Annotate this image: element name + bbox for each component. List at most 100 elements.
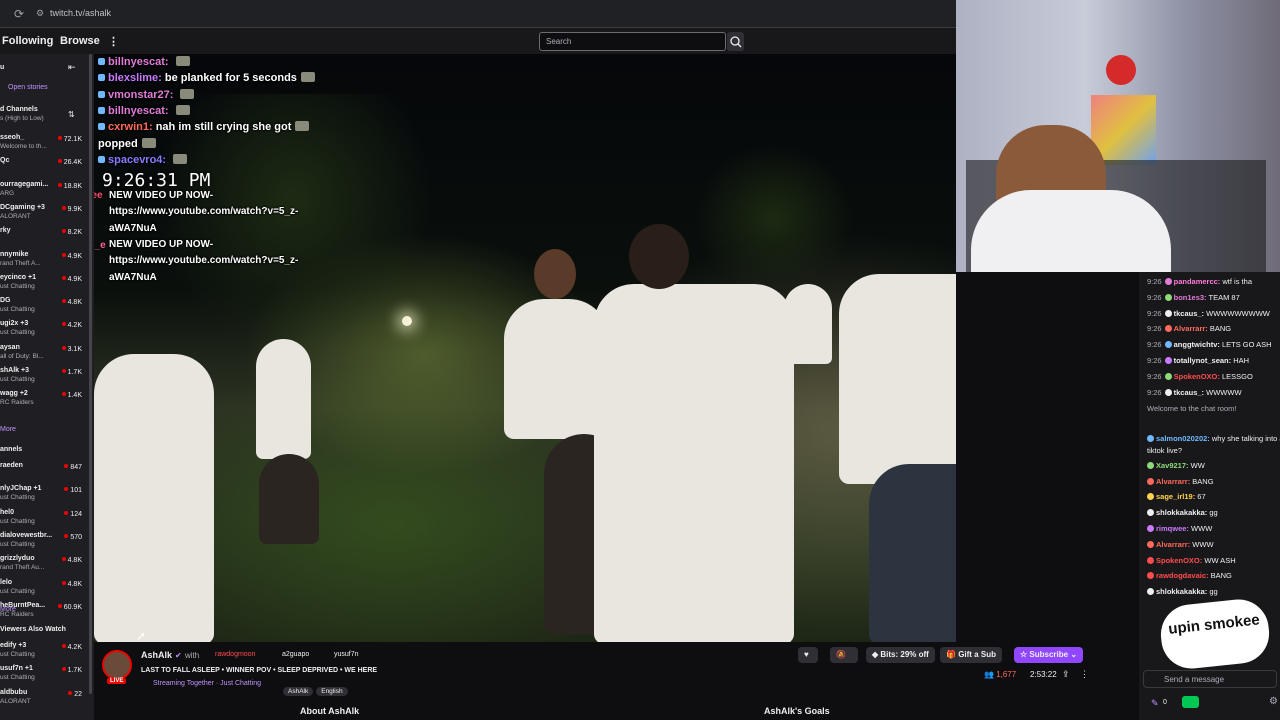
chat-username[interactable]: anggtwichtv: — [1174, 340, 1220, 349]
chat-username[interactable]: Alvarrarr: — [1174, 324, 1208, 333]
channel-points-icon[interactable]: ✎ — [1151, 698, 1159, 709]
live-badge: LIVE — [107, 678, 127, 684]
overlay-chat-text: be planked for 5 seconds — [164, 72, 297, 85]
sidebar-channel[interactable]: ugi2x +3 ust Chatting 4.2K — [0, 320, 88, 342]
chat-username[interactable]: SpokenOXO: — [1174, 372, 1220, 381]
chat-send-icon[interactable] — [1182, 696, 1199, 708]
chat-username[interactable]: salmon020202: — [1156, 434, 1210, 443]
show-more-link-2[interactable]: More — [0, 606, 16, 613]
collab-link[interactable]: rawdogmoon — [215, 651, 255, 658]
sidebar-channel[interactable]: rky 8.2K — [0, 227, 88, 249]
sidebar-channel[interactable]: wagg +2 RC Raiders 1.4K — [0, 390, 88, 412]
sidebar-channel[interactable]: sseoh_ Welcome to th... 72.1K — [0, 134, 88, 156]
sidebar-channel[interactable]: Qc 26.4K — [0, 157, 88, 179]
search-input[interactable]: Search — [539, 32, 726, 51]
sidebar-channel[interactable]: eycinco +1 ust Chatting 4.9K — [0, 274, 88, 296]
chat-settings-icon[interactable]: ⚙ — [1269, 696, 1278, 707]
tag[interactable]: AshAlk — [283, 687, 314, 696]
streamer-name[interactable]: AshAlk — [141, 650, 172, 660]
chat-username[interactable]: rimqwee: — [1156, 524, 1189, 533]
collab-link[interactable]: yusuf7n — [334, 651, 359, 658]
chat-message: 9:26 tkcaus_: WWWWWWWWW — [1147, 309, 1270, 318]
video-player[interactable]: billnyescat: blexslime: be planked for 5… — [94, 54, 956, 642]
more-options-icon[interactable]: ⋮ — [1080, 669, 1089, 680]
overlay-chat-text: popped — [98, 137, 138, 150]
site-info-icon[interactable]: ⚙ — [36, 8, 44, 19]
chat-username[interactable]: tkcaus_: — [1174, 388, 1204, 397]
bits-button[interactable]: ◆ Bits: 29% off — [866, 647, 935, 663]
share-icon[interactable]: ⇪ — [1062, 669, 1070, 680]
overlay-chat-user: billnyescat: — [108, 56, 169, 68]
sidebar-channel[interactable]: ourragegami... ARG 18.8K — [0, 181, 88, 203]
tree — [694, 144, 854, 294]
chat-username[interactable]: shlokkakakka: — [1156, 587, 1207, 596]
chat-input[interactable]: Send a message — [1143, 670, 1277, 688]
sidebar-channel[interactable]: raeden 847 — [0, 462, 88, 484]
notifications-button[interactable]: 🔕 — [830, 647, 858, 663]
sidebar-scrollbar[interactable] — [89, 54, 92, 694]
sidebar-channel[interactable]: DCgaming +3 ALORANT 9.9K — [0, 204, 88, 226]
viewers-also-watch-heading: Viewers Also Watch — [0, 626, 66, 633]
chat-text: gg — [1209, 508, 1218, 518]
sort-icon[interactable]: ⇅ — [68, 110, 75, 119]
stream-category[interactable]: Streaming Together · Just Chatting — [153, 680, 261, 687]
chat-username[interactable]: Alvarrarr: — [1156, 477, 1190, 486]
chat-username[interactable]: shlokkakakka: — [1156, 508, 1207, 517]
subscribe-button[interactable]: ☆ Subscribe ⌄ — [1014, 647, 1084, 663]
nav-following[interactable]: Following — [2, 35, 53, 47]
sidebar-channel[interactable]: nlyJChap +1 ust Chatting 101 — [0, 485, 88, 507]
sidebar-channel[interactable]: edify +3 ust Chatting 4.2K — [0, 642, 88, 664]
more-options-icon[interactable]: ⋮ — [108, 35, 119, 48]
emote-icon — [141, 137, 156, 148]
channel-points-count: 0 — [1163, 699, 1167, 706]
gift-sub-button[interactable]: 🎁 Gift a Sub — [940, 647, 1002, 663]
sidebar-channel[interactable]: shAlk +3 ust Chatting 1.7K — [0, 367, 88, 389]
follow-button[interactable]: ♥ — [798, 647, 818, 663]
brand-logo: upin smokee — [1157, 596, 1273, 672]
show-more-link[interactable]: More — [0, 426, 16, 433]
chat-username[interactable]: totallynot_sean: — [1174, 356, 1232, 365]
channel-category: ALORANT — [0, 697, 31, 705]
channel-category: ust Chatting — [0, 494, 35, 502]
chat-badge-icon — [1147, 493, 1154, 501]
open-stories-link[interactable]: Open stories — [8, 84, 48, 91]
tag[interactable]: English — [316, 687, 348, 696]
chat-username[interactable]: pandamercc: — [1174, 277, 1221, 286]
chat-badge-icon — [1164, 325, 1172, 333]
refresh-icon[interactable]: ⟳ — [14, 7, 24, 21]
sidebar-channel[interactable]: grizzlyduo rand Theft Au... 4.8K — [0, 555, 88, 577]
sidebar-channel[interactable]: aldbubu ALORANT 22 — [0, 689, 88, 711]
sidebar-channel[interactable]: usuf7n +1 ust Chatting 1.7K — [0, 665, 88, 687]
sidebar-channel[interactable]: nnymike rand Theft A... 4.9K — [0, 251, 88, 273]
search-button[interactable] — [727, 32, 744, 51]
chat-username[interactable]: Xav9217: — [1156, 461, 1189, 470]
viewer-count: 4.9K — [62, 253, 82, 260]
chat-username[interactable]: SpokenOXO: — [1156, 556, 1202, 565]
sidebar-channel[interactable]: aysan all of Duty: Bl... 3.1K — [0, 344, 88, 366]
uptime: 2:53:22 — [1030, 670, 1057, 679]
sidebar-channel[interactable]: dialovewestbr... ust Chatting 570 — [0, 532, 88, 554]
chat-username[interactable]: sage_irl19: — [1156, 492, 1195, 501]
chat-username[interactable]: rawdogdavaic: — [1156, 571, 1209, 580]
avatar[interactable] — [102, 650, 132, 680]
chat-text: TEAM 87 — [1208, 292, 1240, 302]
sidebar-channel[interactable]: hel0 ust Chatting 124 — [0, 509, 88, 531]
sidebar-channel[interactable]: DG ust Chatting 4.8K — [0, 297, 88, 319]
chat-username[interactable]: Alvarrarr: — [1156, 540, 1190, 549]
address-bar[interactable]: twitch.tv/ashalk — [50, 8, 111, 18]
channel-category: ust Chatting — [0, 282, 35, 290]
viewer-count-value: 1,677 — [996, 670, 1017, 679]
collab-link[interactable]: a2guapo — [282, 651, 309, 658]
collapse-sidebar-icon[interactable]: ⇤ — [68, 62, 76, 73]
viewer-count: 101 — [64, 487, 82, 494]
person — [839, 274, 956, 484]
sidebar-channel[interactable]: lelo ust Chatting 4.8K — [0, 579, 88, 601]
chat-text: WWW — [1192, 539, 1214, 549]
chat-message: 9:26 SpokenOXO: LESSGO — [1147, 372, 1253, 381]
chat-text: wtf is tha — [1222, 277, 1252, 286]
chat-badge-icon — [1147, 477, 1154, 485]
chat-username[interactable]: bon1es3: — [1174, 293, 1207, 302]
sort-label[interactable]: s (High to Low) — [0, 115, 44, 122]
chat-username[interactable]: tkcaus_: — [1174, 309, 1204, 318]
nav-browse[interactable]: Browse — [60, 35, 100, 47]
